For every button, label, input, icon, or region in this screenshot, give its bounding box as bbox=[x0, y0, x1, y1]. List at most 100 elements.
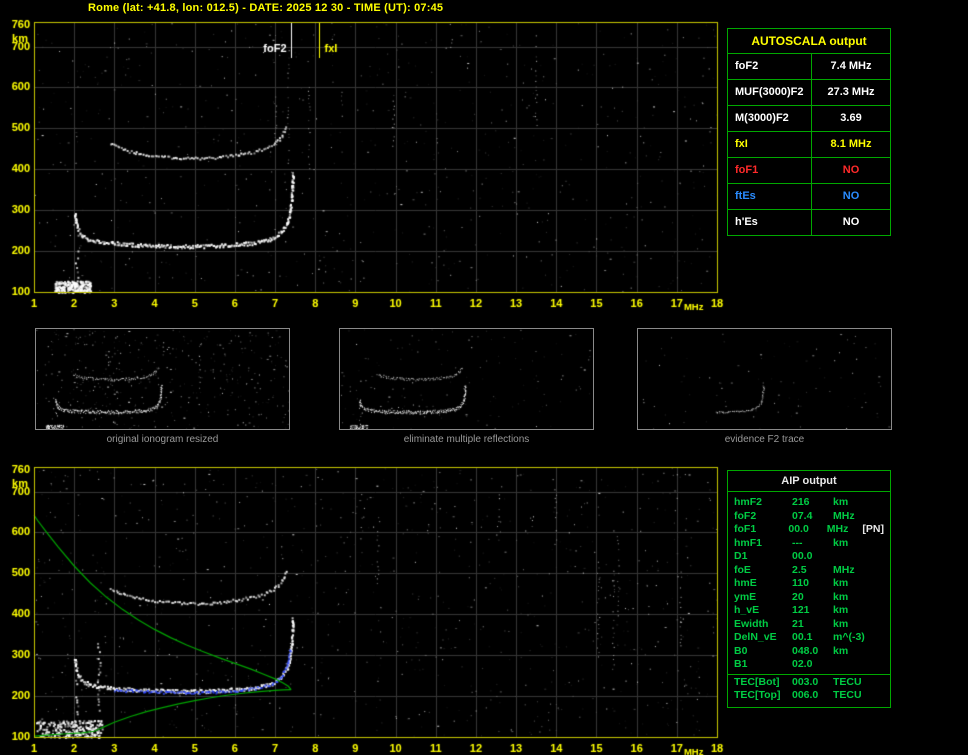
aip-output-panel: AIP output hmF2 216 km foF2 07.4 MHz foF1 00.… bbox=[727, 470, 891, 708]
autoscala-param-value: 27.3 MHz bbox=[827, 86, 875, 98]
aip-param-unit: km bbox=[833, 644, 849, 657]
aip-param-value: --- bbox=[792, 536, 803, 549]
aip-param-value: 003.0 bbox=[792, 675, 819, 688]
thumbnail-clean: eliminate multiple reflections bbox=[339, 328, 594, 445]
autoscala-param-name: foF1 bbox=[728, 158, 812, 183]
aip-row: B0 048.0 km bbox=[728, 645, 890, 659]
aip-row: foF1 00.0 MHz [PN] bbox=[728, 523, 890, 537]
aip-row-tec-bottom: TEC[Bot] 003.0 TECU bbox=[728, 673, 890, 690]
aip-row: h_vE 121 km bbox=[728, 604, 890, 618]
aip-param-value: 20 bbox=[792, 590, 804, 603]
aip-row: D1 00.0 bbox=[728, 550, 890, 564]
aip-param-unit: km bbox=[833, 496, 849, 508]
aip-param-note bbox=[871, 564, 884, 578]
aip-param-note bbox=[871, 604, 884, 618]
thumbnail-caption: evidence F2 trace bbox=[724, 434, 805, 445]
autoscala-param-name: MUF(3000)F2 bbox=[728, 80, 812, 105]
aip-param-name: hmE bbox=[734, 577, 757, 589]
thumbnail-caption: original ionogram resized bbox=[106, 434, 219, 445]
autoscala-row: h'Es NO bbox=[728, 210, 890, 235]
aip-param-name: DelN_vE bbox=[734, 631, 777, 643]
aip-param-unit: MHz bbox=[833, 509, 855, 522]
aip-param-name: D1 bbox=[734, 550, 748, 562]
autoscala-param-name: h'Es bbox=[728, 210, 812, 235]
aip-param-value: 121 bbox=[792, 604, 810, 616]
aip-row: foE 2.5 MHz bbox=[728, 564, 890, 578]
autoscala-param-value: NO bbox=[842, 164, 860, 176]
autoscala-param-name: foF2 bbox=[728, 54, 812, 79]
thumbnail-original-canvas bbox=[35, 328, 290, 430]
aip-param-name: hmF1 bbox=[734, 536, 763, 549]
autoscala-row: M(3000)F2 3.69 bbox=[728, 106, 890, 132]
aip-param-unit: km bbox=[833, 536, 849, 549]
aip-param-unit bbox=[833, 550, 871, 564]
autoscala-screen: Rome (lat: +41.8, lon: 012.5) - DATE: 20… bbox=[0, 0, 968, 755]
thumbnail-caption: eliminate multiple reflections bbox=[403, 434, 530, 445]
top-ionogram-canvas bbox=[0, 16, 730, 316]
autoscala-param-value: 7.4 MHz bbox=[830, 60, 872, 72]
thumbnail-original: original ionogram resized bbox=[35, 328, 290, 445]
autoscala-param-name: ftEs bbox=[728, 184, 812, 209]
aip-param-note bbox=[871, 550, 884, 564]
aip-param-unit bbox=[833, 658, 871, 672]
aip-param-note bbox=[871, 676, 884, 690]
aip-param-note bbox=[871, 510, 884, 524]
aip-param-name: h_vE bbox=[734, 604, 760, 616]
aip-row-tec-top: TEC[Top] 006.0 TECU bbox=[728, 689, 890, 703]
aip-param-name: ymE bbox=[734, 590, 757, 603]
thumbnail-clean-canvas bbox=[339, 328, 594, 430]
aip-param-value: 110 bbox=[792, 577, 809, 589]
autoscala-row: fxI 8.1 MHz bbox=[728, 132, 890, 158]
aip-param-note bbox=[871, 689, 884, 703]
aip-row: B1 02.0 bbox=[728, 658, 890, 672]
aip-param-value: 02.0 bbox=[792, 658, 813, 670]
bottom-ionogram-canvas bbox=[0, 461, 730, 755]
aip-param-note bbox=[871, 658, 884, 672]
aip-param-unit: TECU bbox=[833, 675, 862, 688]
aip-param-value: 006.0 bbox=[792, 689, 819, 701]
autoscala-param-value: 8.1 MHz bbox=[830, 138, 872, 150]
aip-param-unit: MHz bbox=[826, 523, 849, 535]
autoscala-row: MUF(3000)F2 27.3 MHz bbox=[728, 80, 890, 106]
aip-param-name: hmF2 bbox=[734, 496, 763, 508]
aip-rows: hmF2 216 km foF2 07.4 MHz foF1 00.0 MHz [PN] hm… bbox=[728, 492, 890, 707]
aip-param-value: 21 bbox=[792, 617, 804, 630]
autoscala-param-value: NO bbox=[842, 216, 860, 228]
aip-param-name: TEC[Bot] bbox=[734, 675, 780, 688]
aip-param-name: foE bbox=[734, 563, 751, 576]
aip-param-name: Ewidth bbox=[734, 617, 769, 630]
aip-param-unit: km bbox=[833, 617, 849, 630]
autoscala-param-value: NO bbox=[842, 190, 860, 202]
aip-row: foF2 07.4 MHz bbox=[728, 510, 890, 524]
thumbnail-f2-trace-canvas bbox=[637, 328, 892, 430]
aip-param-note bbox=[871, 631, 884, 645]
aip-param-name: foF2 bbox=[734, 509, 757, 522]
aip-param-note bbox=[871, 577, 884, 591]
aip-param-note: [PN] bbox=[862, 523, 884, 535]
aip-param-note bbox=[871, 537, 884, 551]
aip-param-unit: MHz bbox=[833, 563, 855, 576]
autoscala-title: AUTOSCALA output bbox=[728, 29, 890, 54]
aip-row: ymE 20 km bbox=[728, 591, 890, 605]
aip-row: hmF1 --- km bbox=[728, 537, 890, 551]
aip-row: Ewidth 21 km bbox=[728, 618, 890, 632]
aip-param-unit: TECU bbox=[833, 689, 862, 701]
thumbnail-f2-trace: evidence F2 trace bbox=[637, 328, 892, 445]
aip-param-value: 00.0 bbox=[792, 550, 813, 562]
aip-param-unit: km bbox=[833, 577, 849, 589]
aip-param-name: foF1 bbox=[734, 523, 757, 535]
aip-param-value: 00.0 bbox=[788, 523, 809, 535]
aip-param-value: 2.5 bbox=[792, 563, 807, 576]
aip-param-note bbox=[871, 496, 884, 510]
aip-param-note bbox=[871, 591, 884, 605]
aip-param-unit: km bbox=[833, 590, 849, 603]
aip-param-unit: m^(-3) bbox=[833, 631, 865, 643]
aip-row: hmF2 216 km bbox=[728, 496, 890, 510]
aip-param-value: 048.0 bbox=[792, 644, 819, 657]
aip-param-value: 216 bbox=[792, 496, 810, 508]
aip-param-value: 07.4 bbox=[792, 509, 813, 522]
aip-param-unit: km bbox=[833, 604, 849, 616]
autoscala-row: foF1 NO bbox=[728, 158, 890, 184]
aip-param-name: TEC[Top] bbox=[734, 689, 781, 701]
aip-param-name: B0 bbox=[734, 644, 748, 657]
